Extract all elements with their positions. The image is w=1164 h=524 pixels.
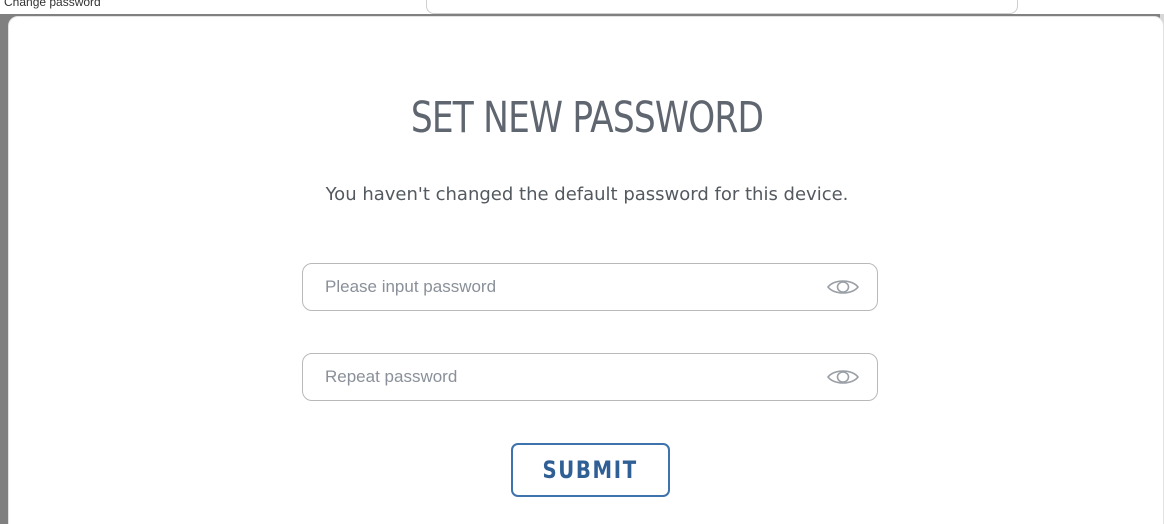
password-input[interactable]	[325, 264, 815, 310]
background-field	[426, 0, 1018, 14]
background-top-text: Change password	[4, 0, 101, 9]
eye-icon[interactable]	[825, 366, 861, 388]
password-field	[302, 263, 878, 311]
dialog-message: You haven't changed the default password…	[325, 184, 849, 205]
background-top-strip: Change password	[0, 0, 1164, 14]
set-password-dialog: SET NEW PASSWORD You haven't changed the…	[8, 16, 1164, 524]
repeat-password-input[interactable]	[325, 354, 815, 400]
dialog-title: SET NEW PASSWORD	[410, 93, 764, 143]
eye-icon-graphic	[826, 370, 860, 384]
eye-icon[interactable]	[825, 276, 861, 298]
repeat-password-field	[302, 353, 878, 401]
submit-button-label: SUBMIT	[542, 456, 639, 484]
submit-button[interactable]: SUBMIT	[511, 443, 670, 497]
eye-icon-graphic	[826, 280, 860, 294]
